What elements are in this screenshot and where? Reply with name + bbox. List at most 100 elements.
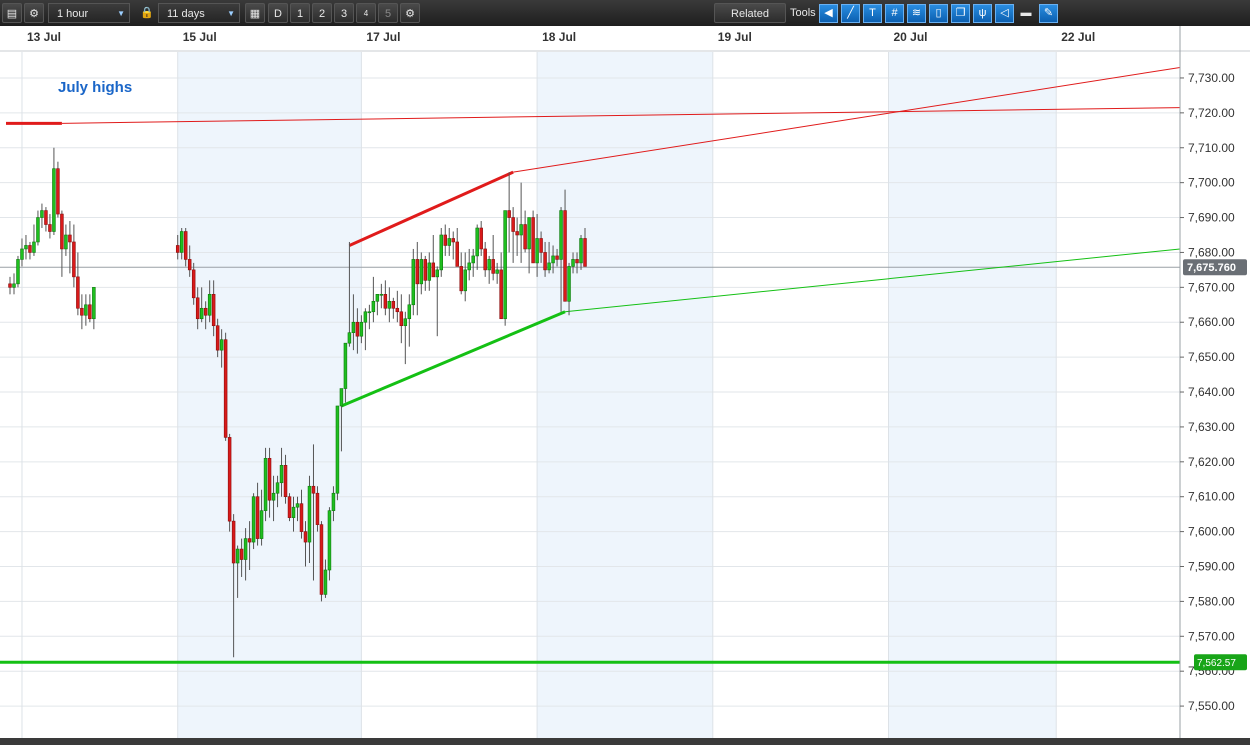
text-icon[interactable]: T <box>863 4 882 23</box>
candle-up <box>427 262 432 281</box>
candle-down <box>287 496 292 518</box>
settings-gear-icon[interactable]: ⚙ <box>400 3 420 23</box>
period-button-d[interactable]: D <box>268 3 288 23</box>
candle-down <box>315 492 320 525</box>
y-tick-label: 7,670.00 <box>1188 280 1235 294</box>
candle-up <box>419 259 424 285</box>
candle-up <box>535 238 539 264</box>
candle-up <box>571 259 575 267</box>
candle-down <box>223 339 228 438</box>
tools-label: Tools <box>790 7 816 19</box>
candle-down <box>395 307 400 313</box>
bottom-scrollbar[interactable] <box>0 738 1250 745</box>
candle-down <box>459 266 463 292</box>
period-button-5[interactable]: 5 <box>378 3 398 23</box>
candle-down <box>88 304 92 320</box>
candle-up <box>271 492 276 501</box>
lock-icon[interactable]: 🔒 <box>140 3 154 23</box>
candle-down <box>8 283 12 288</box>
candle-up <box>375 294 380 302</box>
candle-down <box>303 531 308 543</box>
candle-up <box>359 321 364 337</box>
interval-label: 1 hour <box>57 8 89 20</box>
candle-up <box>219 339 224 351</box>
tag-icon[interactable]: ◁ <box>995 4 1014 23</box>
calendar-icon[interactable]: ▦ <box>245 3 265 23</box>
y-tick-label: 7,590.00 <box>1188 560 1235 574</box>
y-tick-label: 7,620.00 <box>1188 455 1235 469</box>
candle-up <box>407 304 412 320</box>
candle-up <box>435 269 440 278</box>
candle-up <box>243 538 248 560</box>
trendline-icon[interactable]: ╱ <box>841 4 860 23</box>
candle-up <box>295 503 300 508</box>
range-select[interactable]: 11 days ▼ <box>158 3 240 23</box>
wrench-icon[interactable]: ✎ <box>1039 4 1058 23</box>
trendline-2 <box>348 170 514 247</box>
candle-up <box>275 482 280 494</box>
indicator-icon[interactable]: ψ <box>973 4 992 23</box>
chevron-down-icon: ▼ <box>227 9 235 18</box>
candle-up <box>335 405 340 494</box>
y-tick-label: 7,660.00 <box>1188 315 1235 329</box>
candle-down <box>195 297 200 320</box>
y-tick-label: 7,720.00 <box>1188 106 1235 120</box>
candle-up <box>259 510 264 539</box>
candle-down <box>563 210 567 302</box>
price-axis: 7,730.00 7,720.00 7,710.00 7,700.00 7,690.00… <box>1179 26 1250 738</box>
y-tick-label: 7,640.00 <box>1188 385 1235 399</box>
annotation-july-highs: July highs <box>58 79 132 96</box>
y-tick-label: 7,700.00 <box>1188 176 1235 190</box>
menu-icon[interactable]: ▤ <box>2 3 22 23</box>
overlay-icon[interactable]: ❐ <box>951 4 970 23</box>
candle-down <box>355 321 360 337</box>
grid-icon[interactable]: # <box>885 4 904 23</box>
date-label: 13 Jul <box>27 30 61 44</box>
period-button-2[interactable]: 2 <box>312 3 332 23</box>
back-arrow-icon[interactable]: ◀ <box>819 4 838 23</box>
candle-up <box>351 321 356 333</box>
candle-down <box>211 294 216 327</box>
candle-down <box>311 485 316 494</box>
candle-up <box>199 307 204 320</box>
candle-down <box>48 224 52 232</box>
y-tick-label: 7,650.00 <box>1188 350 1235 364</box>
candle-down <box>227 437 232 522</box>
period-button-1[interactable]: 1 <box>290 3 310 23</box>
period-button-4[interactable]: 4 <box>356 3 376 23</box>
print-icon[interactable]: ▬ <box>1017 3 1035 23</box>
candle-up <box>487 259 491 271</box>
candle-up <box>519 224 523 236</box>
candle-down <box>491 259 495 274</box>
candle-down <box>56 168 60 215</box>
candle-up <box>263 458 268 511</box>
candle-up <box>291 506 296 518</box>
candle-down <box>383 294 388 309</box>
candle-up <box>84 304 88 316</box>
gear-icon[interactable]: ⚙ <box>24 3 44 23</box>
related-button[interactable]: Related <box>714 3 786 23</box>
candle-down <box>283 465 288 498</box>
y-tick-label: 7,680.00 <box>1188 245 1235 259</box>
date-label: 20 Jul <box>893 30 927 44</box>
date-label: 17 Jul <box>366 30 400 44</box>
y-tick-label: 7,600.00 <box>1188 525 1235 539</box>
candle-down <box>423 259 428 281</box>
chevron-down-icon: ▼ <box>117 9 125 18</box>
candle-up <box>387 300 392 309</box>
price-chart[interactable]: 13 Jul 15 Jul 17 Jul 18 Jul 19 Jul 20 Jul 22 J… <box>0 26 1250 738</box>
interval-select[interactable]: 1 hour ▼ <box>48 3 130 23</box>
fibonacci-icon[interactable]: ≋ <box>907 4 926 23</box>
candle-up <box>559 210 563 260</box>
weekend-shading <box>177 52 1057 738</box>
candle-up <box>179 231 184 253</box>
candle-up <box>439 234 443 271</box>
period-button-3[interactable]: 3 <box>334 3 354 23</box>
candle-down <box>319 524 324 595</box>
candle-down <box>507 210 511 218</box>
candle-down <box>44 210 48 225</box>
y-tick-label: 7,610.00 <box>1188 490 1235 504</box>
candle-up <box>347 332 352 344</box>
candle-icon[interactable]: ▯ <box>929 4 948 23</box>
date-axis: 13 Jul 15 Jul 17 Jul 18 Jul 19 Jul 20 Jul 22 J… <box>0 26 1250 52</box>
